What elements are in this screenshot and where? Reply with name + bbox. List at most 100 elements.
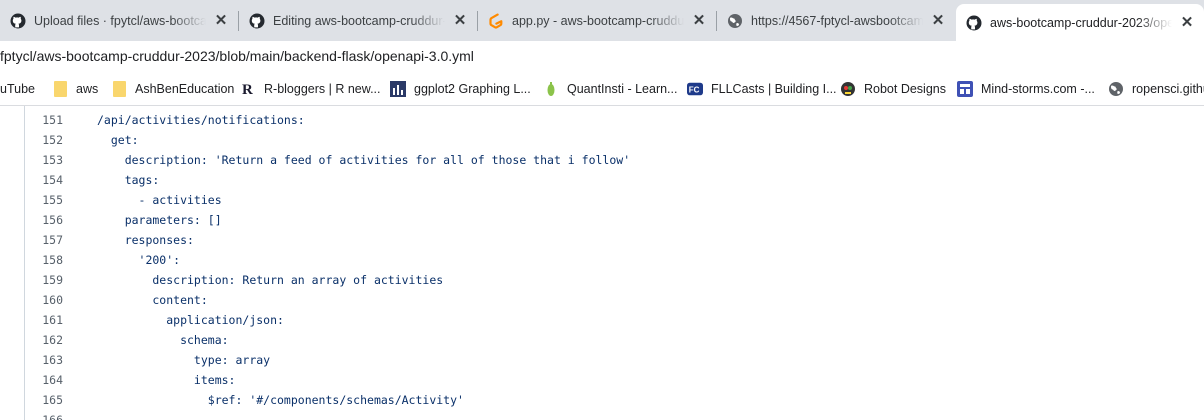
- line-number: 152: [42, 133, 63, 147]
- line-number: 159: [42, 273, 63, 287]
- code-line: 158 '200':: [0, 249, 1204, 269]
- svg-text:FC: FC: [689, 86, 700, 95]
- line-number: 157: [42, 233, 63, 247]
- code-text: type: array: [97, 353, 271, 367]
- tab-app-py[interactable]: app.py - aws-bootcamp-cruddur-2023 - Git…: [478, 0, 716, 41]
- fllcasts-icon: FC: [687, 81, 703, 97]
- close-icon[interactable]: ✕: [929, 12, 947, 30]
- bookmark-youtube[interactable]: uTube: [0, 73, 35, 105]
- code-line: 160 content:: [0, 289, 1204, 309]
- bookmark-label: R-bloggers | R new...: [264, 82, 381, 96]
- close-icon[interactable]: ✕: [451, 12, 469, 30]
- r-bloggers-icon: R: [240, 81, 256, 97]
- line-number: 158: [42, 253, 63, 267]
- code-text: content:: [97, 293, 208, 307]
- tab-editing[interactable]: Editing aws-bootcamp-cruddur-2023/backen…: [239, 0, 477, 41]
- tab-preview-url[interactable]: https://4567-fptycl-awsbootcamp-cruddur …: [717, 0, 955, 41]
- address-bar[interactable]: fptycl/aws-bootcamp-cruddur-2023/blob/ma…: [0, 41, 1204, 73]
- bookmark-ropensci[interactable]: ropensci.githu: [1108, 73, 1204, 105]
- bookmarks-bar: uTube aws AshBenEducation R R-bloggers |…: [0, 73, 1204, 106]
- bookmark-label: ropensci.githu: [1132, 82, 1204, 96]
- bookmark-label: QuantInsti - Learn...: [567, 82, 678, 96]
- code-text: '200':: [97, 253, 181, 267]
- bookmark-quantinsti[interactable]: QuantInsti - Learn...: [543, 73, 677, 105]
- bookmark-label: FLLCasts | Building I...: [711, 82, 837, 96]
- bookmark-label: Mind-storms.com -...: [981, 82, 1095, 96]
- folder-icon: [52, 81, 68, 97]
- tab-title: aws-bootcamp-cruddur-2023/openapi-3.0.ym…: [990, 15, 1172, 30]
- tab-strip: Upload files · fpytcl/aws-bootcamp-crudd…: [0, 0, 1204, 41]
- code-line: 151 /api/activities/notifications:: [0, 109, 1204, 129]
- code-text: items:: [97, 373, 236, 387]
- line-number: 153: [42, 153, 63, 167]
- line-number: 151: [42, 113, 63, 127]
- line-number: 161: [42, 313, 63, 327]
- close-icon[interactable]: ✕: [212, 12, 230, 30]
- svg-text:R: R: [242, 82, 253, 97]
- code-text: tags:: [97, 173, 160, 187]
- line-number: 163: [42, 353, 63, 367]
- code-line: 156 parameters: []: [0, 209, 1204, 229]
- line-number: 155: [42, 193, 63, 207]
- close-icon[interactable]: ✕: [690, 12, 708, 30]
- tab-title: https://4567-fptycl-awsbootcamp-cruddur: [751, 13, 923, 28]
- code-text: responses:: [97, 233, 194, 247]
- code-line: 152 get:: [0, 129, 1204, 149]
- code-text: parameters: []: [97, 213, 222, 227]
- code-line: 165 $ref: '#/components/schemas/Activity…: [0, 389, 1204, 409]
- line-number: 160: [42, 293, 63, 307]
- code-text: $ref: '#/components/schemas/Activity': [97, 393, 464, 407]
- globe-icon: [1108, 81, 1124, 97]
- code-line: 153 description: 'Return a feed of activ…: [0, 149, 1204, 169]
- bookmark-ggplot2[interactable]: ggplot2 Graphing L...: [390, 73, 531, 105]
- gitpod-icon: [488, 13, 504, 29]
- code-line: 161 application/json:: [0, 309, 1204, 329]
- code-line: 162 schema:: [0, 329, 1204, 349]
- tab-openapi-active[interactable]: aws-bootcamp-cruddur-2023/openapi-3.0.ym…: [956, 4, 1204, 41]
- tab-title: Editing aws-bootcamp-cruddur-2023/backen…: [273, 13, 445, 28]
- line-number: 166: [42, 413, 63, 420]
- bookmark-mindstorms[interactable]: Mind-storms.com -...: [957, 73, 1095, 105]
- code-line: 157 responses:: [0, 229, 1204, 249]
- code-line: 164 items:: [0, 369, 1204, 389]
- code-line: 154 tags:: [0, 169, 1204, 189]
- close-icon[interactable]: ✕: [1178, 14, 1196, 32]
- github-icon: [249, 13, 265, 29]
- bookmark-ashbeneducation[interactable]: AshBenEducation: [111, 73, 234, 105]
- tab-title: Upload files · fpytcl/aws-bootcamp-crudd…: [34, 13, 206, 28]
- code-line: 159 description: Return an array of acti…: [0, 269, 1204, 289]
- line-number: 165: [42, 393, 63, 407]
- quantinsti-icon: [543, 81, 559, 97]
- bookmark-aws[interactable]: aws: [52, 73, 98, 105]
- bookmark-label: uTube: [0, 82, 35, 96]
- line-number: 154: [42, 173, 63, 187]
- code-line: 163 type: array: [0, 349, 1204, 369]
- bookmark-label: aws: [76, 82, 99, 96]
- github-icon: [10, 13, 26, 29]
- code-line: 155 - activities: [0, 189, 1204, 209]
- code-text: description: 'Return a feed of activitie…: [97, 153, 631, 167]
- ggplot-icon: [390, 81, 406, 97]
- bookmark-fllcasts[interactable]: FC FLLCasts | Building I...: [687, 73, 837, 105]
- globe-icon: [727, 13, 743, 29]
- code-text: get:: [97, 133, 139, 147]
- mindstorms-icon: [957, 81, 973, 97]
- bookmark-robot-designs[interactable]: Robot Designs: [840, 73, 946, 105]
- line-number: 162: [42, 333, 63, 347]
- line-number: 156: [42, 213, 63, 227]
- tab-title: app.py - aws-bootcamp-cruddur-2023 - Git…: [512, 13, 684, 28]
- bookmark-label: AshBenEducation: [135, 82, 235, 96]
- code-text: /api/activities/notifications:: [97, 113, 305, 127]
- code-line: 166: [0, 409, 1204, 420]
- folder-icon: [111, 81, 127, 97]
- code-view: 151 /api/activities/notifications: 152 g…: [0, 106, 1204, 420]
- tab-upload-files[interactable]: Upload files · fpytcl/aws-bootcamp-crudd…: [0, 0, 238, 41]
- url-text[interactable]: fptycl/aws-bootcamp-cruddur-2023/blob/ma…: [0, 48, 474, 64]
- bookmark-label: Robot Designs: [864, 82, 946, 96]
- code-text: description: Return an array of activiti…: [97, 273, 444, 287]
- code-text: - activities: [97, 193, 222, 207]
- github-icon: [966, 15, 982, 31]
- code-text: schema:: [97, 333, 229, 347]
- robot-icon: [840, 81, 856, 97]
- bookmark-r-bloggers[interactable]: R R-bloggers | R new...: [240, 73, 381, 105]
